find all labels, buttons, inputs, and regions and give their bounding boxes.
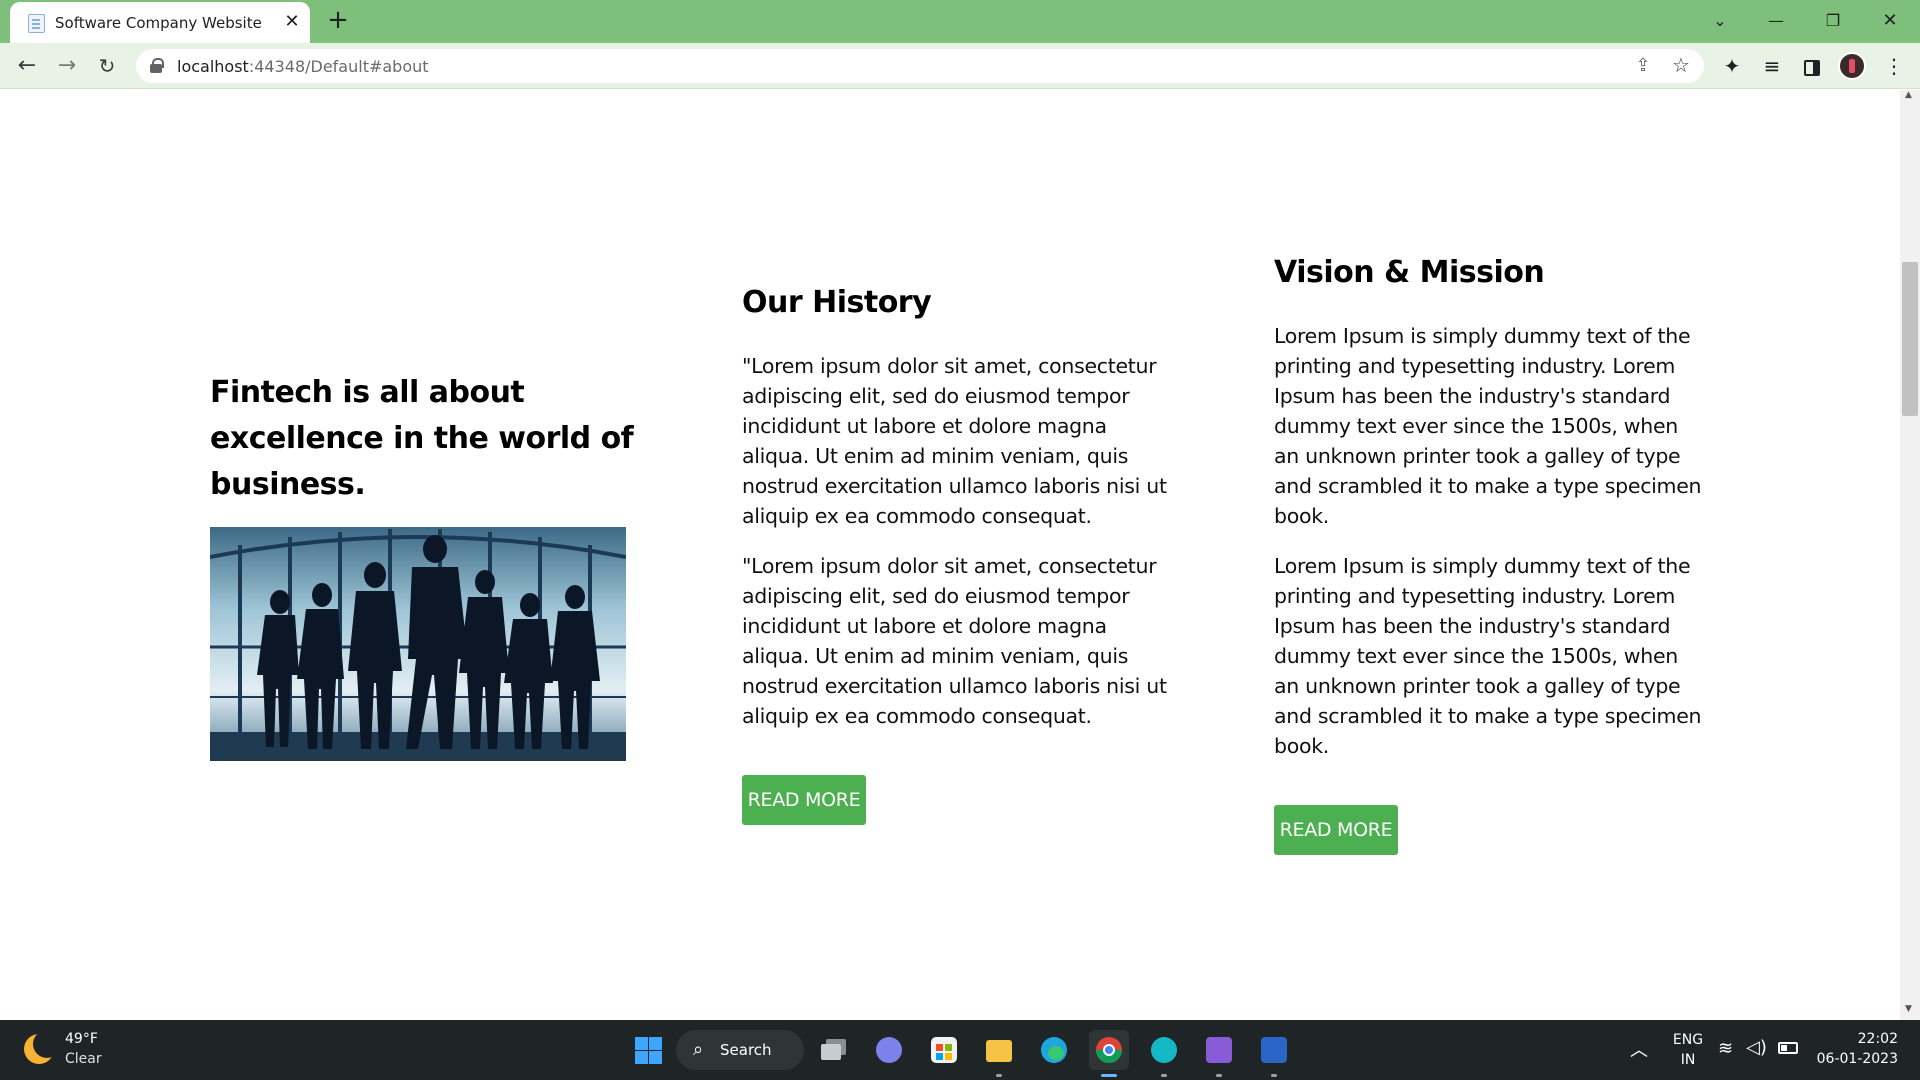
weather-moon-icon[interactable] bbox=[24, 1030, 61, 1064]
side-panel-icon[interactable] bbox=[1798, 52, 1826, 80]
page-favicon-icon bbox=[28, 14, 45, 33]
restore-window-button[interactable]: ❐ bbox=[1813, 4, 1853, 38]
page-scrollbar[interactable]: ▲ ▼ bbox=[1900, 90, 1920, 1020]
vision-paragraph: Lorem Ipsum is simply dummy text of the … bbox=[1274, 324, 1702, 528]
volume-icon[interactable]: ◁) bbox=[1746, 1037, 1767, 1058]
store-icon[interactable] bbox=[924, 1030, 964, 1070]
back-arrow-icon[interactable]: ← bbox=[12, 51, 42, 81]
scrollbar-thumb[interactable] bbox=[1902, 262, 1918, 416]
chat-icon[interactable] bbox=[869, 1030, 909, 1070]
close-window-button[interactable]: ✕ bbox=[1870, 4, 1910, 38]
weather-temperature[interactable]: 49°F bbox=[65, 1031, 98, 1047]
team-silhouette-image bbox=[210, 527, 626, 761]
input-region[interactable]: IN bbox=[1670, 1052, 1706, 1068]
scroll-up-arrow-icon[interactable]: ▲ bbox=[1905, 90, 1912, 100]
url-text[interactable]: localhost:44348/Default#about bbox=[177, 57, 429, 76]
wifi-icon[interactable]: ≋ bbox=[1718, 1038, 1733, 1059]
tab-search-chevron-icon[interactable]: ⌄ bbox=[1700, 4, 1740, 38]
media-controls-icon[interactable]: ≡ bbox=[1758, 52, 1786, 80]
page-viewport: Fintech is all about excellence in the w… bbox=[0, 90, 1900, 1020]
chrome-icon[interactable] bbox=[1089, 1030, 1129, 1077]
lock-icon[interactable] bbox=[150, 58, 164, 73]
tab-close-icon[interactable]: ✕ bbox=[280, 10, 304, 34]
start-button[interactable] bbox=[628, 1030, 668, 1070]
forward-arrow-icon[interactable]: → bbox=[52, 51, 82, 81]
history-heading: Our History bbox=[742, 285, 932, 320]
address-bar[interactable]: localhost:44348/Default#about ⇪ ☆ bbox=[136, 49, 1704, 83]
profile-avatar[interactable] bbox=[1838, 52, 1866, 80]
minimize-window-button[interactable]: — bbox=[1756, 4, 1796, 38]
scroll-down-arrow-icon[interactable]: ▼ bbox=[1905, 1004, 1912, 1014]
edge-icon[interactable] bbox=[1034, 1030, 1074, 1070]
windows-taskbar: 49°F Clear ⌕ Search ︿ ENG IN ≋ ◁) 22:02 … bbox=[0, 1020, 1920, 1080]
about-intro-heading: Fintech is all about excellence in the w… bbox=[210, 375, 634, 502]
word-icon[interactable] bbox=[1254, 1030, 1294, 1077]
url-host: localhost bbox=[177, 57, 249, 76]
vision-paragraph: Lorem Ipsum is simply dummy text of the … bbox=[1274, 554, 1702, 758]
input-language[interactable]: ENG bbox=[1670, 1032, 1706, 1048]
extensions-puzzle-icon[interactable]: ✦ bbox=[1718, 52, 1746, 80]
history-read-more-button[interactable]: READ MORE bbox=[742, 775, 866, 825]
share-icon[interactable]: ⇪ bbox=[1632, 55, 1654, 77]
clock-time[interactable]: 22:02 bbox=[1818, 1031, 1898, 1047]
battery-icon[interactable] bbox=[1778, 1042, 1798, 1054]
reload-icon[interactable]: ↻ bbox=[92, 51, 122, 81]
vision-mission-heading: Vision & Mission bbox=[1274, 255, 1545, 290]
new-tab-button[interactable]: + bbox=[324, 7, 352, 35]
task-view-icon[interactable] bbox=[814, 1030, 854, 1070]
tab-title: Software Company Website bbox=[55, 14, 262, 32]
vision-read-more-button[interactable]: READ MORE bbox=[1274, 805, 1398, 855]
taskbar-search-button[interactable]: ⌕ Search bbox=[676, 1030, 804, 1070]
browser-toolbar: ← → ↻ localhost:44348/Default#about ⇪ ☆ … bbox=[0, 43, 1920, 89]
history-paragraph: "Lorem ipsum dolor sit amet, consectetur… bbox=[742, 554, 1167, 728]
visual-studio-icon[interactable] bbox=[1199, 1030, 1239, 1077]
show-hidden-icons-chevron-icon[interactable]: ︿ bbox=[1630, 1036, 1648, 1062]
file-explorer-icon[interactable] bbox=[979, 1030, 1019, 1077]
browser-menu-icon[interactable]: ⋮ bbox=[1880, 52, 1908, 80]
url-path: :44348/Default#about bbox=[248, 57, 429, 76]
bookmark-star-icon[interactable]: ☆ bbox=[1670, 54, 1692, 76]
weather-description[interactable]: Clear bbox=[65, 1051, 102, 1067]
history-paragraph: "Lorem ipsum dolor sit amet, consectetur… bbox=[742, 354, 1167, 528]
browser-tab-strip: Software Company Website ✕ + ⌄ — ❐ ✕ bbox=[0, 0, 1920, 43]
taskbar-search-label: Search bbox=[720, 1041, 772, 1059]
team-photo bbox=[210, 527, 626, 761]
search-icon: ⌕ bbox=[693, 1039, 704, 1060]
browser-tab[interactable]: Software Company Website ✕ bbox=[10, 2, 310, 43]
canva-icon[interactable] bbox=[1144, 1030, 1184, 1077]
clock-date[interactable]: 06-01-2023 bbox=[1808, 1051, 1898, 1067]
